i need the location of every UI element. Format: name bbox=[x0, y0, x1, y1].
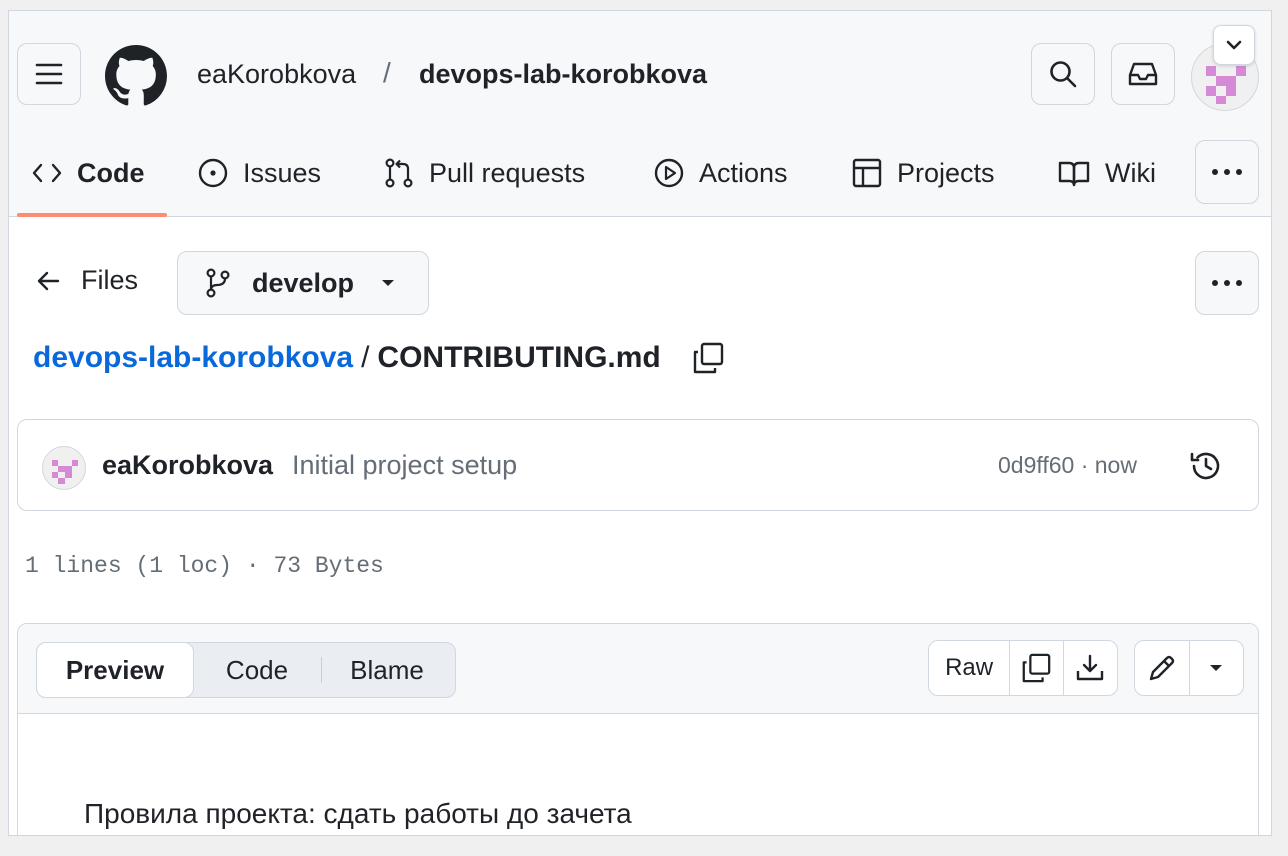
code-tab[interactable]: Code bbox=[193, 643, 321, 697]
raw-actions-group: Raw bbox=[928, 640, 1118, 696]
viewer-toolbar: Preview Code Blame Raw bbox=[18, 624, 1258, 714]
raw-button[interactable]: Raw bbox=[929, 641, 1011, 695]
arrow-left-icon bbox=[35, 270, 61, 292]
pencil-icon bbox=[1147, 653, 1177, 683]
commit-message-link[interactable]: Initial project setup bbox=[292, 450, 517, 481]
copy-path-icon[interactable] bbox=[691, 341, 725, 375]
github-logo-icon[interactable] bbox=[105, 45, 167, 107]
inbox-button[interactable] bbox=[1111, 43, 1175, 105]
files-label: Files bbox=[81, 265, 139, 295]
files-back-link[interactable]: Files bbox=[35, 265, 138, 296]
inbox-icon bbox=[1127, 60, 1159, 88]
book-icon bbox=[1057, 158, 1091, 188]
active-tab-underline bbox=[17, 213, 167, 217]
pull-request-icon bbox=[383, 157, 415, 189]
tab-actions[interactable]: Actions bbox=[653, 151, 788, 195]
code-icon bbox=[31, 162, 63, 184]
tab-code[interactable]: Code bbox=[31, 151, 145, 195]
copy-icon bbox=[1020, 652, 1052, 684]
file-info: 1 lines (1 loc) · 73 Bytes bbox=[25, 553, 384, 579]
blame-tab[interactable]: Blame bbox=[322, 643, 452, 697]
edit-options-button[interactable] bbox=[1190, 641, 1243, 695]
repo-tabs: Code Issues Pull requests Actions Projec… bbox=[9, 140, 1271, 217]
commit-sha-time[interactable]: 0d9ff60 · now bbox=[998, 452, 1137, 479]
issue-icon bbox=[197, 157, 229, 189]
file-options-button[interactable] bbox=[1195, 251, 1259, 315]
breadcrumb-repo-link[interactable]: devops-lab-korobkova bbox=[33, 341, 353, 375]
owner-link[interactable]: eaKorobkova bbox=[197, 59, 356, 90]
download-icon bbox=[1075, 653, 1105, 683]
commit-author-link[interactable]: eaKorobkova bbox=[102, 450, 273, 481]
repo-header: eaKorobkova / devops-lab-korobkova Code … bbox=[9, 11, 1271, 217]
search-icon bbox=[1048, 59, 1078, 89]
account-menu-button[interactable] bbox=[1213, 25, 1255, 65]
download-button[interactable] bbox=[1064, 641, 1117, 695]
tab-wiki[interactable]: Wiki bbox=[1057, 151, 1156, 195]
tab-pull-requests[interactable]: Pull requests bbox=[383, 151, 585, 195]
menu-button[interactable] bbox=[17, 43, 81, 105]
browser-frame: eaKorobkova / devops-lab-korobkova Code … bbox=[8, 10, 1272, 836]
chevron-down-icon bbox=[1225, 39, 1243, 51]
edit-file-button[interactable] bbox=[1135, 641, 1190, 695]
repo-link[interactable]: devops-lab-korobkova bbox=[419, 59, 707, 90]
latest-commit-box: eaKorobkova Initial project setup 0d9ff6… bbox=[17, 419, 1259, 511]
tab-projects[interactable]: Projects bbox=[851, 151, 995, 195]
tab-issues[interactable]: Issues bbox=[197, 151, 321, 195]
kebab-horizontal-icon bbox=[1211, 279, 1243, 287]
tab-label: Pull requests bbox=[429, 157, 586, 188]
edit-actions-group bbox=[1134, 640, 1244, 696]
breadcrumb: devops-lab-korobkova / CONTRIBUTING.md bbox=[33, 341, 725, 375]
triangle-down-icon bbox=[380, 278, 396, 288]
file-viewer: Preview Code Blame Raw Провила проекта: … bbox=[17, 623, 1259, 835]
git-branch-icon bbox=[204, 267, 232, 299]
breadcrumb-file-name: CONTRIBUTING.md bbox=[377, 341, 661, 374]
tab-label: Projects bbox=[897, 157, 995, 188]
breadcrumb-separator: / bbox=[361, 341, 370, 374]
path-separator: / bbox=[383, 57, 391, 88]
play-icon bbox=[653, 157, 685, 189]
history-icon[interactable] bbox=[1188, 448, 1224, 484]
tab-label: Actions bbox=[699, 157, 788, 188]
branch-name: develop bbox=[252, 267, 355, 298]
markdown-preview-text: Провила проекта: сдать работы до зачета bbox=[84, 798, 632, 829]
view-mode-switcher: Preview Code Blame bbox=[36, 642, 456, 698]
triangle-down-icon bbox=[1208, 663, 1224, 673]
copy-raw-button[interactable] bbox=[1010, 641, 1064, 695]
kebab-horizontal-icon bbox=[1211, 168, 1243, 176]
tab-label: Wiki bbox=[1105, 157, 1156, 188]
search-button[interactable] bbox=[1031, 43, 1095, 105]
preview-tab[interactable]: Preview bbox=[36, 642, 194, 698]
branch-selector[interactable]: develop bbox=[177, 251, 429, 315]
tab-label: Code bbox=[77, 157, 145, 188]
table-icon bbox=[851, 157, 883, 189]
more-tabs-button[interactable] bbox=[1195, 140, 1259, 204]
commit-author-avatar[interactable] bbox=[42, 446, 86, 490]
tab-label: Issues bbox=[243, 157, 322, 188]
hamburger-icon bbox=[34, 62, 64, 86]
